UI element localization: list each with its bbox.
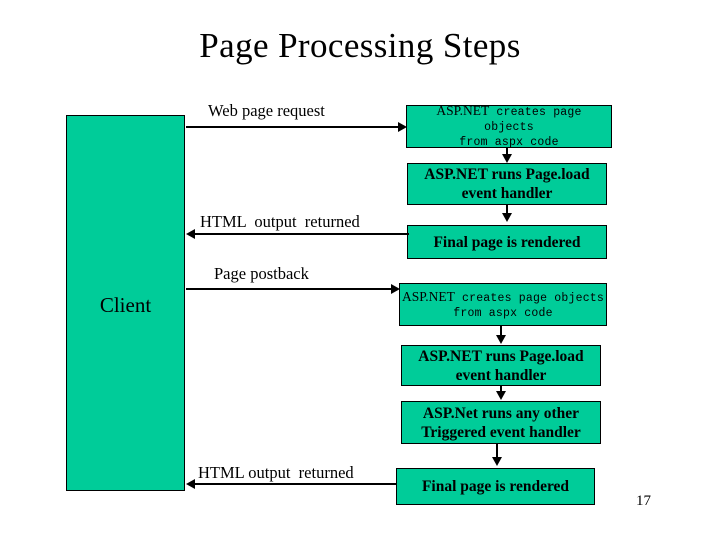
arrow-page-postback-line bbox=[186, 288, 392, 290]
box1-line2: from aspx code bbox=[459, 136, 559, 149]
box5-line2: event handler bbox=[455, 366, 547, 384]
box1-line1-emphasis: ASP.NET bbox=[436, 103, 490, 118]
connector-box6-box7-line bbox=[496, 444, 498, 458]
connector-box6-box7-head bbox=[492, 457, 502, 466]
process-box-final-rendered-2: Final page is rendered bbox=[396, 468, 595, 505]
arrow-html-returned-2-head bbox=[186, 479, 195, 489]
label-html-output-returned-2: HTML output returned bbox=[198, 463, 354, 482]
process-box-create-page-objects-2: ASP.NET creates page objects from aspx c… bbox=[399, 283, 607, 326]
box6-line1: ASP.Net runs any other bbox=[422, 404, 580, 422]
box4-line1-emphasis: ASP.NET bbox=[402, 288, 455, 304]
connector-box1-box2-head bbox=[502, 154, 512, 163]
box1-line1-rest: creates page objects bbox=[484, 106, 582, 134]
box2-line1: ASP.NET runs Page.load bbox=[424, 166, 590, 183]
box4-line2: from aspx code bbox=[453, 306, 553, 320]
box3-line1: Final page is rendered bbox=[433, 233, 581, 251]
page-title: Page Processing Steps bbox=[199, 26, 521, 65]
process-box-other-triggered-handler: ASP.Net runs any other Triggered event h… bbox=[401, 401, 601, 444]
label-page-postback: Page postback bbox=[214, 264, 309, 283]
process-box-create-page-objects-1: ASP.NET creates page objects from aspx c… bbox=[406, 103, 612, 149]
client-label: Client bbox=[99, 293, 152, 317]
box4-line1-rest: creates page objects bbox=[454, 291, 605, 305]
connector-box2-box3-head bbox=[502, 213, 512, 222]
arrow-html-returned-2-line bbox=[195, 483, 397, 485]
box7-line1: Final page is rendered bbox=[421, 478, 570, 495]
arrow-web-request-line bbox=[186, 126, 399, 128]
connector-box4-box5-head bbox=[496, 335, 506, 344]
label-html-output-returned-1: HTML output returned bbox=[200, 212, 360, 231]
box2-line2: event handler bbox=[461, 185, 553, 202]
page-number: 17 bbox=[636, 493, 651, 509]
arrow-html-returned-1-head bbox=[186, 229, 195, 239]
arrow-html-returned-1-line bbox=[195, 233, 409, 235]
slide-canvas: Page Processing Steps Client Web page re… bbox=[0, 0, 720, 540]
process-box-pageload-2: ASP.NET runs Page.load event handler bbox=[401, 345, 601, 386]
box6-line2: Triggered event handler bbox=[421, 423, 581, 441]
box5-line1: ASP.NET runs Page.load bbox=[418, 347, 584, 365]
process-box-pageload-1: ASP.NET runs Page.load event handler bbox=[407, 163, 607, 205]
label-web-page-request: Web page request bbox=[208, 101, 325, 120]
process-box-final-rendered-1: Final page is rendered bbox=[407, 225, 607, 259]
connector-box5-box6-head bbox=[496, 391, 506, 400]
